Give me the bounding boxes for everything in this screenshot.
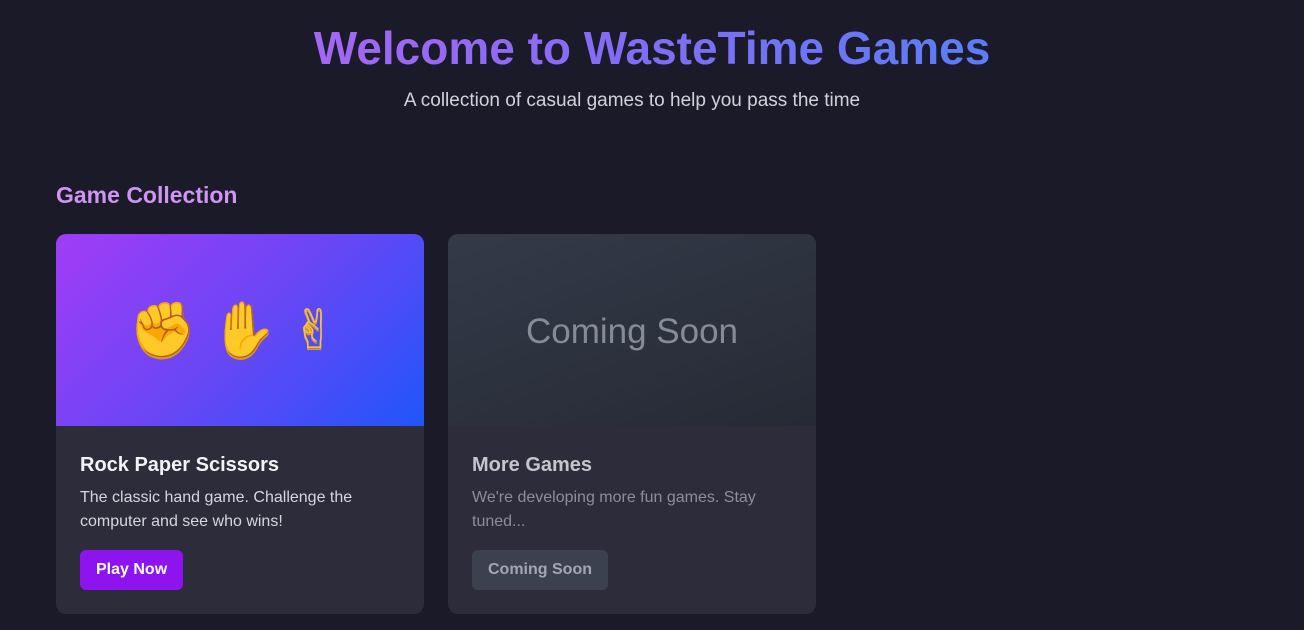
game-card-rock-paper-scissors: ✊✋✌ Rock Paper Scissors The classic hand… <box>56 234 424 614</box>
play-now-button[interactable]: Play Now <box>80 550 184 590</box>
page: Welcome to WasteTime Games A collection … <box>0 0 1304 630</box>
coming-soon-banner-text: Coming Soon <box>525 312 739 351</box>
game-description: We're developing more fun games. Stay tu… <box>472 489 756 530</box>
coming-soon-button[interactable]: Coming Soon <box>472 550 608 590</box>
raised-hand-icon: ✋ <box>210 298 292 361</box>
game-description: The classic hand game. Challenge the com… <box>80 489 353 530</box>
game-title: More Games <box>472 454 593 476</box>
section-heading: Game Collection <box>56 182 238 208</box>
game-card-more-games: Coming Soon More Games We're developing … <box>448 234 816 614</box>
raised-fist-icon: ✊ <box>129 298 211 361</box>
game-banner: Coming Soon <box>448 234 816 426</box>
game-banner: ✊✋✌ <box>56 234 424 426</box>
hand-icons: ✊✋✌ <box>56 296 424 364</box>
page-subtitle: A collection of casual games to help you… <box>403 90 861 111</box>
page-title: Welcome to WasteTime Games <box>0 18 1304 78</box>
game-title: Rock Paper Scissors <box>80 454 279 476</box>
victory-hand-icon: ✌ <box>291 298 351 361</box>
page-title-text: Welcome to WasteTime Games <box>313 22 991 74</box>
